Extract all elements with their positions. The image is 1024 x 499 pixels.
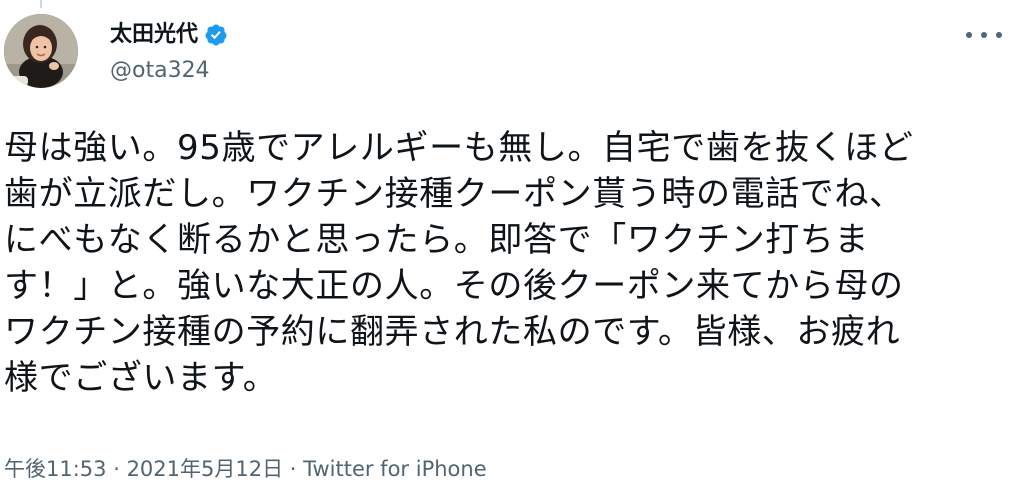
author-display-name[interactable]: 太田光代 [110,22,198,48]
tweet-card: 太田光代 @ota324 母は強い。95歳でアレルギーも無し。自宅で歯を抜くほど… [0,0,1024,499]
tweet-text-line: にべもなく断るかと思ったら。即答で「ワクチン打ちま [4,220,869,260]
tweet-source: Twitter for iPhone [303,457,487,481]
more-options-button[interactable] [966,24,1002,46]
tweet-text-line: 歯が立派だし。ワクチン接種クーポン貰う時の電話でね、 [4,174,904,214]
verified-badge-icon [204,23,228,47]
tweet-time-link[interactable]: 午後11:53 · 2021年5月12日 [4,457,283,481]
tweet-text-line: 母は強い。95歳でアレルギーも無し。自宅で歯を抜くほど [4,128,914,168]
avatar[interactable] [4,14,78,88]
meta-separator: · [283,457,304,481]
tweet-text-line: ワクチン接種の予約に翻弄された私のです。皆様、お疲れ [4,312,901,352]
thread-connector-line [40,0,42,8]
avatar-photo [4,14,78,88]
meta-separator: · [106,457,127,481]
author-handle[interactable]: @ota324 [110,58,210,84]
tweet-text-line: す！」と。強いな大正の人。その後クーポン来てから母の [4,266,904,306]
tweet-date: 2021年5月12日 [126,457,284,481]
author-name-row[interactable]: 太田光代 [110,22,228,48]
tweet-text: 母は強い。95歳でアレルギーも無し。自宅で歯を抜くほど 歯が立派だし。ワクチン接… [4,125,1004,401]
tweet-meta: 午後11:53 · 2021年5月12日 · Twitter for iPhon… [4,456,487,482]
tweet-text-line: 様でございます。 [4,358,278,398]
tweet-time: 午後11:53 [4,457,107,481]
more-horizontal-icon [966,32,972,38]
